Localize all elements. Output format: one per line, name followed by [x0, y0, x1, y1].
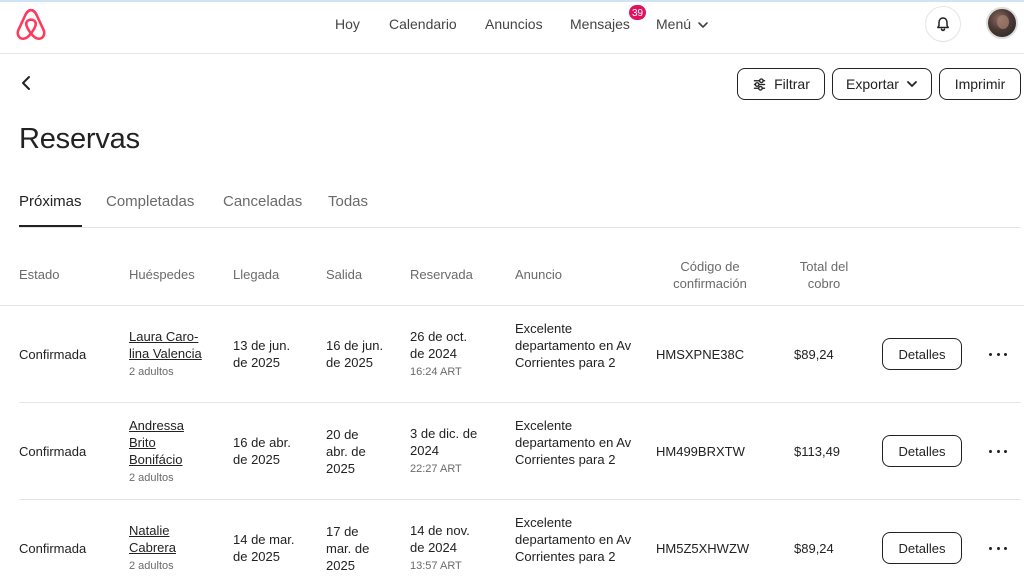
header-codigo: Código de confirmación	[673, 259, 747, 291]
nav-menu[interactable]: Menú	[656, 16, 691, 32]
table-header: Estado Huéspedes Llegada Salida Reservad…	[0, 250, 1024, 306]
guest-name-link[interactable]: Laura Caro-lina Valencia	[129, 328, 211, 362]
total-amount: $89,24	[794, 541, 834, 556]
arrival-date: 16 de abr. de 2025	[233, 435, 291, 467]
tab-completadas[interactable]: Completadas	[106, 193, 194, 227]
departure-date: 20 de abr. de 2025	[326, 427, 366, 476]
guest-cell: Laura Caro-lina Valencia 2 adultos	[129, 328, 211, 379]
export-button[interactable]: Exportar	[832, 68, 932, 100]
status-badge: Confirmada	[19, 347, 87, 362]
departure-date: 17 de mar. de 2025	[326, 524, 370, 573]
booked-time: 22:27 ART	[410, 463, 462, 475]
header-huespedes: Huéspedes	[129, 267, 195, 282]
chevron-down-icon	[698, 22, 708, 28]
total-amount: $89,24	[794, 347, 834, 362]
details-button[interactable]: Detalles	[882, 338, 962, 370]
notifications-button[interactable]	[925, 6, 961, 42]
header-salida: Salida	[326, 267, 363, 282]
page-title: Reservas	[19, 123, 140, 155]
departure-date: 16 de jun. de 2025	[326, 338, 384, 370]
confirmation-code: HMSXPNE38C	[656, 347, 745, 362]
header-estado: Estado	[19, 267, 60, 282]
avatar[interactable]	[986, 7, 1018, 39]
bell-icon	[937, 17, 949, 32]
header-llegada: Llegada	[233, 267, 280, 282]
table-row: Confirmada Natalie Cabrera 2 adultos 14 …	[19, 500, 1021, 581]
main-nav: Hoy Calendario Anuncios Mensajes Menú	[0, 16, 1024, 36]
tab-todas[interactable]: Todas	[328, 193, 368, 227]
confirmation-code: HM5Z5XHWZW	[656, 541, 750, 556]
filter-sliders-icon	[753, 77, 766, 91]
guest-count: 2 adultos	[129, 560, 174, 572]
chevron-left-icon[interactable]	[18, 74, 36, 92]
confirmation-code: HM499BRXTW	[656, 444, 745, 459]
guest-cell: Natalie Cabrera 2 adultos	[129, 522, 211, 573]
total-amount: $113,49	[794, 444, 841, 459]
booked-cell: 14 de nov. de 2024 13:57 ART	[410, 522, 482, 573]
guest-name-link[interactable]: Andressa Brito Bonifácio	[129, 417, 211, 468]
nav-anuncios[interactable]: Anuncios	[485, 16, 543, 32]
top-navigation-bar: Hoy Calendario Anuncios Mensajes Menú 39	[0, 0, 1024, 54]
more-dots-icon[interactable]	[989, 446, 1007, 456]
booked-time: 16:24 ART	[410, 366, 462, 378]
booked-date: 26 de oct. de 2024	[410, 329, 468, 361]
export-button-label: Exportar	[846, 76, 899, 92]
chevron-down-icon	[907, 81, 917, 87]
listing-name: Excelente departamento en Av Corrientes …	[515, 418, 632, 467]
print-button-label: Imprimir	[954, 76, 1006, 92]
messages-badge: 39	[628, 4, 648, 21]
tab-proximas[interactable]: Próximas	[19, 193, 82, 227]
reservation-tabs: Próximas Completadas Canceladas Todas	[19, 193, 1021, 228]
booked-cell: 26 de oct. de 2024 16:24 ART	[410, 328, 482, 379]
header-total: Total del cobro	[799, 259, 849, 291]
nav-mensajes[interactable]: Mensajes	[570, 16, 630, 32]
tab-canceladas[interactable]: Canceladas	[223, 193, 302, 227]
booked-date: 3 de dic. de 2024	[410, 426, 478, 458]
listing-name: Excelente departamento en Av Corrientes …	[515, 515, 632, 564]
header-anuncio: Anuncio	[515, 267, 562, 282]
listing-name: Excelente departamento en Av Corrientes …	[515, 321, 632, 370]
status-badge: Confirmada	[19, 444, 87, 459]
booked-cell: 3 de dic. de 2024 22:27 ART	[410, 425, 482, 476]
guest-cell: Andressa Brito Bonifácio 2 adultos	[129, 417, 211, 485]
guest-count: 2 adultos	[129, 472, 174, 484]
table-row: Confirmada Laura Caro-lina Valencia 2 ad…	[19, 306, 1021, 403]
arrival-date: 13 de jun. de 2025	[233, 338, 291, 370]
filter-button[interactable]: Filtrar	[737, 68, 825, 100]
booked-time: 13:57 ART	[410, 560, 462, 572]
status-badge: Confirmada	[19, 541, 87, 556]
guest-count: 2 adultos	[129, 366, 174, 378]
nav-calendario[interactable]: Calendario	[389, 16, 457, 32]
table-row: Confirmada Andressa Brito Bonifácio 2 ad…	[19, 403, 1021, 500]
booked-date: 14 de nov. de 2024	[410, 523, 470, 555]
details-button[interactable]: Detalles	[882, 435, 962, 467]
details-button[interactable]: Detalles	[882, 532, 962, 564]
print-button[interactable]: Imprimir	[939, 68, 1021, 100]
guest-name-link[interactable]: Natalie Cabrera	[129, 522, 211, 556]
filter-button-label: Filtrar	[774, 76, 810, 92]
arrival-date: 14 de mar. de 2025	[233, 532, 295, 564]
more-dots-icon[interactable]	[989, 543, 1007, 553]
nav-hoy[interactable]: Hoy	[335, 16, 360, 32]
more-dots-icon[interactable]	[989, 349, 1007, 359]
header-reservada: Reservada	[410, 267, 473, 282]
